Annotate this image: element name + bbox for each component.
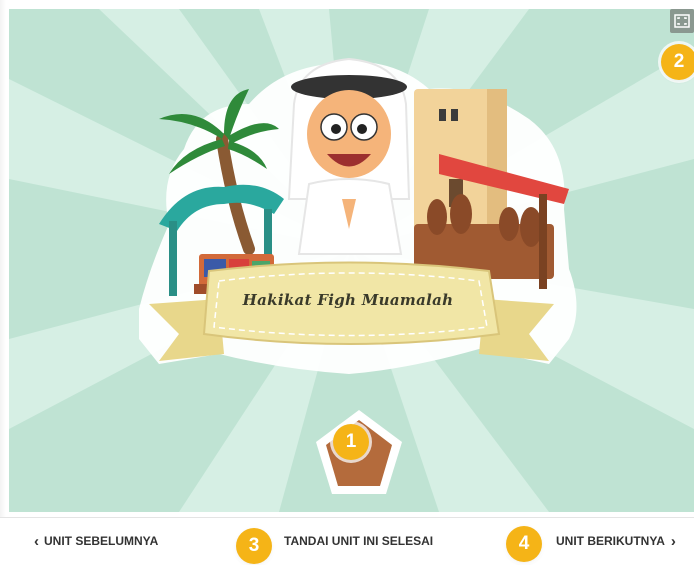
mark-unit-complete-label: TANDAI UNIT INI SELESAI	[284, 534, 434, 548]
course-title: Hakikat Figh Muamalah	[242, 291, 454, 309]
next-unit-label: UNIT BERIKUTNYA	[556, 534, 665, 548]
fullscreen-button[interactable]	[670, 9, 694, 33]
unit-navigation-bar: ‹ UNIT SEBELUMNYA TANDAI UNIT INI SELESA…	[0, 517, 694, 565]
annotation-badge-3: 3	[236, 528, 272, 564]
chevron-right-icon: ›	[670, 532, 676, 550]
annotation-badge-4: 4	[506, 526, 542, 562]
chevron-left-icon: ‹	[34, 532, 39, 550]
annotation-badge-1: 1	[333, 424, 369, 460]
previous-unit-label: UNIT SEBELUMNYA	[44, 534, 159, 548]
next-unit-link[interactable]: UNIT BERIKUTNYA ›	[556, 530, 676, 552]
mark-unit-complete-button[interactable]: TANDAI UNIT INI SELESAI	[284, 530, 433, 552]
fullscreen-icon	[674, 14, 690, 28]
left-edge-divider	[0, 0, 6, 564]
annotation-badge-2: 2	[661, 44, 694, 80]
previous-unit-link[interactable]: ‹ UNIT SEBELUMNYA	[34, 530, 158, 552]
